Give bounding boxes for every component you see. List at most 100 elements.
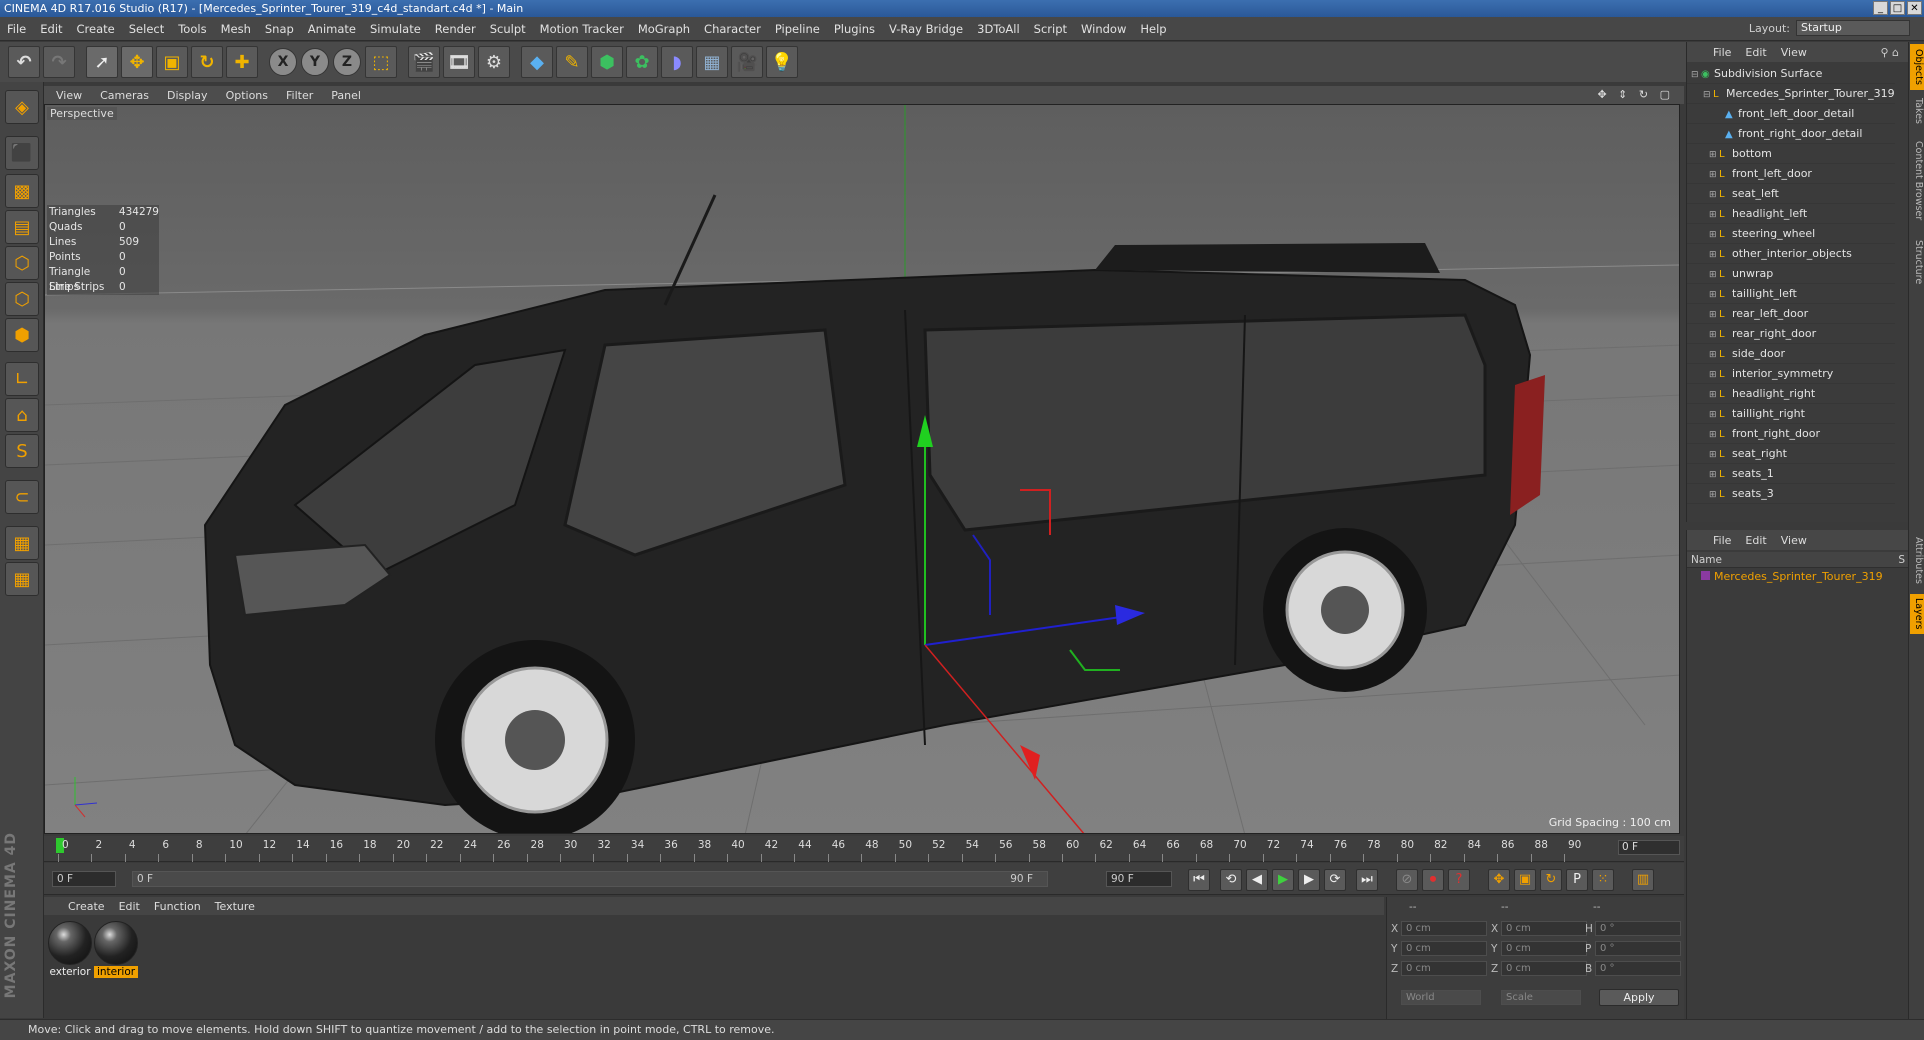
material-menu-function[interactable]: Function (154, 900, 201, 913)
object-tree-row[interactable]: ⊞ Lother_interior_objects (1687, 244, 1895, 264)
object-tree-row[interactable]: ⊞ Lheadlight_right (1687, 384, 1895, 404)
model-mode-icon[interactable]: ⬛ (5, 136, 39, 170)
live-selection-icon[interactable]: ✚ (226, 46, 258, 78)
expand-toggle-icon[interactable]: ⊞ (1709, 145, 1719, 165)
material-menu-texture[interactable]: Texture (215, 900, 255, 913)
start-frame-field[interactable]: 0 F (52, 871, 116, 887)
render-settings-icon[interactable]: ⚙ (478, 46, 510, 78)
object-tree-row[interactable]: ⊞ Lbottom (1687, 144, 1895, 164)
edges-mode-icon[interactable]: ⬡ (5, 282, 39, 316)
layer-name-column[interactable]: Name (1691, 554, 1722, 566)
lock-workplane-icon[interactable]: ▦ (5, 526, 39, 560)
position-y-field[interactable]: 0 cm (1401, 941, 1487, 956)
expand-toggle-icon[interactable]: ⊞ (1709, 305, 1719, 325)
expand-toggle-icon[interactable]: ⊞ (1709, 325, 1719, 345)
y-axis-icon[interactable]: Y (301, 48, 329, 76)
planar-workplane-icon[interactable]: ▦ (5, 562, 39, 596)
viewport-menu-filter[interactable]: Filter (286, 89, 313, 102)
position-x-field[interactable]: 0 cm (1401, 921, 1487, 936)
material-interior[interactable]: interior (94, 921, 138, 978)
position-z-field[interactable]: 0 cm (1401, 961, 1487, 976)
expand-toggle-icon[interactable]: ⊞ (1709, 205, 1719, 225)
tab-objects[interactable]: Objects (1910, 44, 1924, 90)
key-parameter-icon[interactable]: P (1566, 869, 1588, 891)
menu-plugins[interactable]: Plugins (827, 22, 882, 36)
expand-toggle-icon[interactable]: ⊟ (1703, 85, 1713, 105)
axis-mode-icon[interactable]: ∟ (5, 362, 39, 396)
layer-solo-column[interactable]: S (1898, 552, 1905, 568)
next-key-icon[interactable]: ⟳ (1324, 869, 1346, 891)
texture-mode-icon[interactable]: ▩ (5, 174, 39, 208)
select-tool-icon[interactable]: ➚ (86, 46, 118, 78)
object-tree-row[interactable]: ⊞ Lseat_right (1687, 444, 1895, 464)
size-mode-select[interactable]: Scale (1501, 990, 1581, 1005)
object-tree-row[interactable]: ⊞ Lsteering_wheel (1687, 224, 1895, 244)
expand-toggle-icon[interactable]: ⊞ (1709, 225, 1719, 245)
menu-animate[interactable]: Animate (301, 22, 363, 36)
expand-toggle-icon[interactable]: ⊞ (1709, 365, 1719, 385)
menu-tools[interactable]: Tools (171, 22, 213, 36)
expand-toggle-icon[interactable]: ⊞ (1709, 405, 1719, 425)
polygons-mode-icon[interactable]: ⬢ (5, 318, 39, 352)
record-keys-icon[interactable]: ⊘ (1396, 869, 1418, 891)
cloner-icon[interactable]: ✿ (626, 46, 658, 78)
menu-window[interactable]: Window (1074, 22, 1133, 36)
object-menu-edit[interactable]: Edit (1745, 46, 1766, 59)
key-scale-icon[interactable]: ▣ (1514, 869, 1536, 891)
workplane-icon[interactable]: ▤ (5, 210, 39, 244)
object-tree-row[interactable]: ⊟ ◉ Subdivision Surface (1687, 64, 1895, 84)
go-to-end-icon[interactable]: ⏭ (1356, 869, 1378, 891)
menu-help[interactable]: Help (1133, 22, 1173, 36)
key-position-icon[interactable]: ✥ (1488, 869, 1510, 891)
object-menu-view[interactable]: View (1781, 46, 1807, 59)
menu-edit[interactable]: Edit (33, 22, 69, 36)
material-menu-create[interactable]: Create (68, 900, 105, 913)
object-tree-row[interactable]: ⊞ Lseat_left (1687, 184, 1895, 204)
play-icon[interactable]: ▶ (1272, 869, 1294, 891)
layer-menu-view[interactable]: View (1781, 534, 1807, 547)
size-z-field[interactable]: 0 cm (1501, 961, 1587, 976)
expand-toggle-icon[interactable]: ⊞ (1709, 165, 1719, 185)
object-tree-row[interactable]: ⊞ Ltaillight_right (1687, 404, 1895, 424)
layer-row[interactable]: Mercedes_Sprinter_Tourer_319 (1701, 570, 1883, 583)
layer-menu-edit[interactable]: Edit (1745, 534, 1766, 547)
object-menu-file[interactable]: File (1713, 46, 1731, 59)
expand-toggle-icon[interactable]: ⊞ (1709, 425, 1719, 445)
menu-render[interactable]: Render (428, 22, 483, 36)
menu-motion-tracker[interactable]: Motion Tracker (533, 22, 631, 36)
rotation-p-field[interactable]: 0 ° (1595, 941, 1681, 956)
menu-pipeline[interactable]: Pipeline (768, 22, 827, 36)
object-tree-row[interactable]: ⊞ Linterior_symmetry (1687, 364, 1895, 384)
expand-toggle-icon[interactable]: ⊞ (1709, 185, 1719, 205)
rotation-h-field[interactable]: 0 ° (1595, 921, 1681, 936)
subdivision-icon[interactable]: ⬢ (591, 46, 623, 78)
keyframe-selection-icon[interactable]: ? (1448, 869, 1470, 891)
coordinate-space-select[interactable]: World (1401, 990, 1481, 1005)
viewport-nav-icons[interactable]: ✥ ⇕ ↻ ▢ (1597, 88, 1674, 101)
move-tool-icon[interactable]: ✥ (121, 46, 153, 78)
tab-content-browser[interactable]: Content Browser (1910, 134, 1924, 228)
make-editable-icon[interactable]: ◈ (5, 90, 39, 124)
object-tree-row[interactable]: ⊞ Lfront_left_door (1687, 164, 1895, 184)
render-view-icon[interactable]: 🎬 (408, 46, 440, 78)
expand-toggle-icon[interactable]: ⊞ (1709, 345, 1719, 365)
tab-layers[interactable]: Layers (1910, 594, 1924, 634)
object-manager-search-icon[interactable]: ⚲ ⌂ (1880, 46, 1899, 59)
object-tree-row[interactable]: ⊞ Lheadlight_left (1687, 204, 1895, 224)
expand-toggle-icon[interactable]: ⊞ (1709, 445, 1719, 465)
viewport-menu-display[interactable]: Display (167, 89, 208, 102)
x-axis-icon[interactable]: X (269, 48, 297, 76)
menu-mograph[interactable]: MoGraph (631, 22, 697, 36)
material-exterior[interactable]: exterior (48, 921, 92, 978)
timeline-ruler[interactable]: 0 2 4 6 8 10 12 14 16 18 20 22 24 26 28 30 32 34 36 38 40 42 4… (44, 836, 1684, 862)
menu-create[interactable]: Create (70, 22, 122, 36)
object-tree-row[interactable]: ▲ front_left_door_detail (1687, 104, 1895, 124)
scale-tool-icon[interactable]: ▣ (156, 46, 188, 78)
apply-button[interactable]: Apply (1599, 989, 1679, 1006)
viewport-menu-cameras[interactable]: Cameras (100, 89, 149, 102)
menu-select[interactable]: Select (122, 22, 171, 36)
perspective-viewport[interactable]: Perspective Triangles 434279 Quads 0 Lines… (44, 104, 1680, 834)
previous-key-icon[interactable]: ⟲ (1220, 869, 1242, 891)
floor-object-icon[interactable]: ▦ (696, 46, 728, 78)
z-axis-icon[interactable]: Z (333, 48, 361, 76)
